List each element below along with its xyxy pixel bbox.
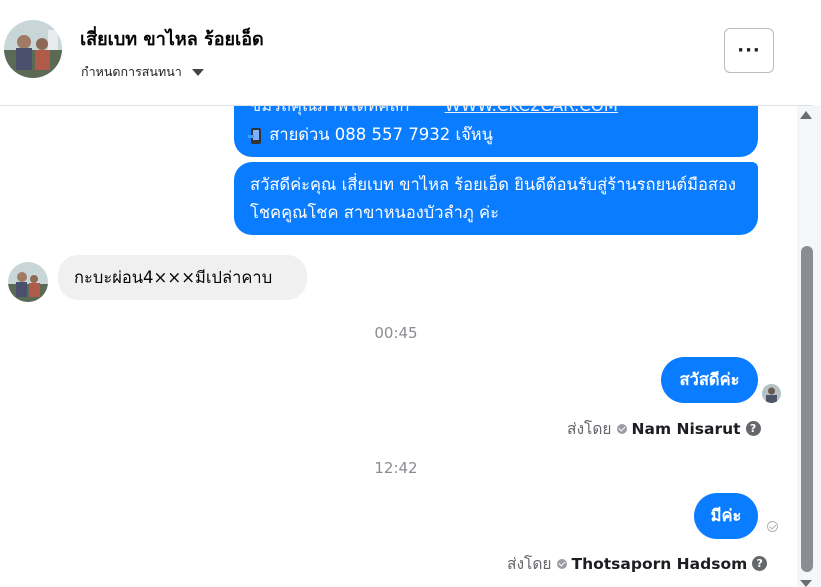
check-circle-icon xyxy=(616,423,627,434)
sent-check-icon xyxy=(767,521,778,532)
conversation-header: เสี่ยเบท ขาไหล ร้อยเอ็ด กำหนดการสนทนา ··… xyxy=(0,0,812,106)
read-receipt-avatar xyxy=(762,384,781,403)
message-line: สายด่วน 088 557 7932 เจ๊หนู xyxy=(248,121,493,149)
sent-by-info: ส่งโดย Nam Nisarut ? xyxy=(567,416,761,441)
contact-name[interactable]: เสี่ยเบท ขาไหล ร้อยเอ็ด xyxy=(80,24,264,53)
conversation-schedule[interactable]: กำหนดการสนทนา xyxy=(81,62,204,82)
sender-name: Nam Nisarut xyxy=(631,419,741,438)
sent-by-prefix: ส่งโดย xyxy=(507,555,552,573)
sender-avatar[interactable] xyxy=(8,262,48,302)
more-horizontal-icon: ··· xyxy=(737,40,761,61)
message-text: กะบะผ่อน4×××มีเปล่าคาบ xyxy=(74,268,273,287)
question-icon[interactable]: ? xyxy=(752,556,768,571)
message-text: สวัสดีค่ะ xyxy=(679,370,740,389)
sent-by-prefix: ส่งโดย xyxy=(567,420,612,438)
check-circle-icon xyxy=(556,558,567,569)
message-bubble-outgoing[interactable]: สวัสดีค่ะคุณ เสี่ยเบท ขาไหล ร้อยเอ็ด ยิน… xyxy=(234,162,758,235)
schedule-label: กำหนดการสนทนา xyxy=(81,64,182,79)
scroll-down-arrow-icon[interactable] xyxy=(800,580,812,587)
phone-icon xyxy=(248,127,261,144)
scroll-up-arrow-icon[interactable] xyxy=(800,111,812,119)
profile-avatar[interactable] xyxy=(4,20,62,78)
message-bubble-outgoing[interactable]: มีค่ะ xyxy=(694,493,758,539)
timestamp: 12:42 xyxy=(374,459,418,477)
sender-name: Thotsaporn Hadsom xyxy=(571,554,748,573)
message-bubble-outgoing[interactable]: สวัสดีค่ะ xyxy=(661,357,758,403)
scrollbar-thumb[interactable] xyxy=(801,246,813,572)
hotline-text: สายด่วน 088 557 7932 เจ๊หนู xyxy=(269,125,493,144)
sender-avatar-image xyxy=(8,262,48,302)
caret-down-icon xyxy=(191,68,204,76)
message-text: มีค่ะ xyxy=(710,506,742,525)
timestamp: 00:45 xyxy=(374,324,418,342)
profile-avatar-image xyxy=(4,20,62,78)
sent-by-info: ส่งโดย Thotsaporn Hadsom ? xyxy=(507,551,768,576)
message-text: สวัสดีค่ะคุณ เสี่ยเบท ขาไหล ร้อยเอ็ด ยิน… xyxy=(250,175,736,222)
read-receipt-avatar-image xyxy=(762,384,781,403)
message-bubble-incoming[interactable]: กะบะผ่อน4×××มีเปล่าคาบ xyxy=(58,255,307,300)
question-icon[interactable]: ? xyxy=(745,421,761,436)
more-options-button[interactable]: ··· xyxy=(724,28,774,73)
